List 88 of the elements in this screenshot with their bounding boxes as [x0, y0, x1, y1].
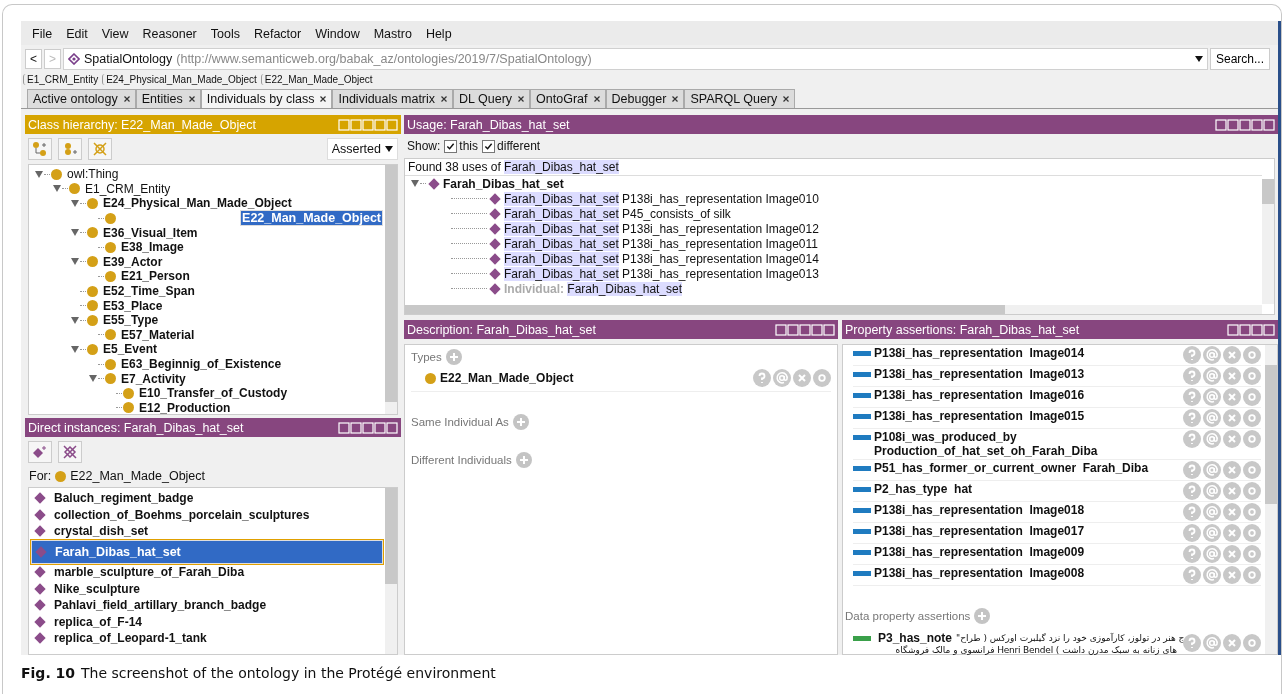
- class-tree-item[interactable]: E5_Event: [102, 342, 159, 357]
- panel-title: Usage: Farah_Dibas_hat_set: [407, 117, 570, 132]
- instance-item[interactable]: Baluch_regiment_badge: [31, 490, 383, 507]
- class-tree-item[interactable]: E36_Visual_Item: [102, 225, 199, 240]
- tab[interactable]: OntoGraf: [530, 89, 606, 108]
- property-assertion[interactable]: P138i_has_representation Image008: [874, 566, 1174, 580]
- property-assertion[interactable]: P138i_has_representation Image015: [874, 409, 1174, 423]
- usage-item[interactable]: Farah_Dibas_hat_set P138i_has_representation Image011: [504, 236, 818, 251]
- class-tree-item[interactable]: owl:Thing: [66, 167, 120, 182]
- tab[interactable]: Debugger: [605, 89, 685, 108]
- instance-item[interactable]: Farah_Dibas_hat_set: [31, 539, 383, 564]
- usage-root-item[interactable]: Farah_Dibas_hat_set: [443, 176, 564, 191]
- menu-item[interactable]: View: [94, 27, 136, 41]
- menu-item[interactable]: Mastro: [366, 27, 419, 41]
- menu-item[interactable]: File: [25, 27, 60, 41]
- class-tree-item[interactable]: E22_Man_Made_Object: [240, 210, 383, 227]
- for-class: E22_Man_Made_Object: [70, 469, 206, 483]
- section-label: Same Individual As: [411, 416, 509, 428]
- class-tree-item[interactable]: E53_Place: [102, 298, 164, 313]
- ontology-address-field[interactable]: SpatialOntology (http://www.semanticweb.org/babak_az/ontologies/2019/7/SpatialOntology): [63, 48, 1208, 70]
- tab[interactable]: Individuals by class: [200, 89, 333, 108]
- breadcrumb-item[interactable]: E24_Physical_Man_Made_Object: [102, 74, 257, 85]
- usage-item[interactable]: Farah_Dibas_hat_set P138i_has_representation Image012: [504, 221, 819, 236]
- class-tree-item[interactable]: E55_Type: [102, 313, 160, 328]
- panel-title: Class hierarchy: E22_Man_Made_Object: [28, 117, 256, 132]
- property-assertion[interactable]: P108i_was_produced_by Production_of_hat_set_oh_Farah_Diba: [874, 430, 1174, 458]
- class-tree-item[interactable]: E12_Production: [138, 400, 232, 414]
- instance-item[interactable]: replica_of_F-14: [31, 613, 383, 630]
- for-label: For:: [29, 469, 52, 483]
- menu-item[interactable]: Reasoner: [135, 27, 204, 41]
- tab[interactable]: Individuals matrix: [332, 89, 454, 108]
- usage-item[interactable]: Farah_Dibas_hat_set P138i_has_representation Image010: [504, 191, 819, 206]
- class-tree-item[interactable]: E38_Image: [120, 240, 185, 255]
- instance-item[interactable]: collection_of_Boehms_porcelain_sculptures: [31, 506, 383, 523]
- tab[interactable]: SPARQL Query: [684, 89, 796, 108]
- checkbox-label: different: [497, 139, 541, 153]
- tab[interactable]: Entities: [135, 89, 201, 108]
- property-assertion[interactable]: P138i_has_representation Image016: [874, 388, 1174, 402]
- data-property-name[interactable]: P3_has_note: [878, 631, 953, 645]
- tab[interactable]: Active ontology: [27, 89, 136, 108]
- section-label: Data property assertions: [845, 610, 971, 622]
- class-tree-item[interactable]: E63_Beginnig_of_Existence: [120, 357, 283, 371]
- instance-item[interactable]: replica_of_Leopard-1_tank: [31, 630, 383, 647]
- breadcrumb-item[interactable]: E1_CRM_Entity: [23, 74, 99, 85]
- instance-item[interactable]: Pahlavi_field_artillary_branch_badge: [31, 597, 383, 614]
- caption-text: The screenshot of the ontology in the Protégé environment: [81, 665, 496, 681]
- class-tree-item[interactable]: E10_Transfer_of_Custody: [138, 386, 289, 401]
- search-button[interactable]: Search...: [1209, 48, 1270, 70]
- usage-summary: Found 38 uses of Farah_Dibas_hat_set: [405, 159, 1262, 176]
- panel-title: Description: Farah_Dibas_hat_set: [407, 322, 596, 337]
- menu-item[interactable]: Refactor: [246, 27, 309, 41]
- checkbox-label: this: [459, 139, 479, 153]
- menu-item[interactable]: Window: [308, 27, 367, 41]
- class-tree-item[interactable]: E57_Material: [120, 327, 196, 342]
- class-tree-item[interactable]: E7_Activity: [120, 371, 187, 386]
- property-assertion[interactable]: P138i_has_representation Image014: [874, 346, 1174, 360]
- section-label: Different Individuals: [411, 454, 512, 466]
- class-tree-item[interactable]: E24_Physical_Man_Made_Object: [102, 196, 293, 211]
- panel-title: Direct instances: Farah_Dibas_hat_set: [28, 420, 244, 435]
- class-tree-item[interactable]: E39_Actor: [102, 254, 164, 269]
- breadcrumb-item[interactable]: E22_Man_Made_Object: [260, 74, 373, 85]
- property-assertion[interactable]: P2_has_type hat: [874, 482, 1174, 496]
- instance-item[interactable]: crystal_dish_set: [31, 523, 383, 540]
- property-assertion[interactable]: P51_has_former_or_current_owner Farah_Diba: [874, 461, 1174, 475]
- property-assertion[interactable]: P138i_has_representation Image018: [874, 503, 1174, 517]
- section-label: Types: [411, 351, 442, 363]
- class-tree-item[interactable]: E52_Time_Span: [102, 284, 196, 299]
- tab[interactable]: DL Query: [453, 89, 531, 108]
- back-button[interactable]: <: [25, 49, 42, 69]
- property-assertion[interactable]: P138i_has_representation Image009: [874, 545, 1174, 559]
- show-label: Show:: [407, 139, 441, 153]
- class-tree-item[interactable]: E1_CRM_Entity: [84, 181, 172, 196]
- usage-item[interactable]: Farah_Dibas_hat_set P138i_has_representation Image013: [504, 266, 819, 281]
- mode-dropdown[interactable]: Asserted: [326, 138, 398, 160]
- caption-label: Fig. 10: [21, 665, 76, 681]
- type-item[interactable]: E22_Man_Made_Object: [440, 371, 753, 385]
- instance-item[interactable]: marble_sculpture_of_Farah_Diba: [31, 564, 383, 581]
- class-tree-item[interactable]: E21_Person: [120, 269, 191, 284]
- data-property-value: های زنانه به سبک مدرن داشت ) Henri Bendel فرانسوی و مالک فروشگاه: [895, 645, 1178, 655]
- property-assertion[interactable]: P138i_has_representation Image013: [874, 367, 1174, 381]
- instance-item[interactable]: Nike_sculpture: [31, 580, 383, 597]
- property-assertion[interactable]: P138i_has_representation Image017: [874, 524, 1174, 538]
- menu-item[interactable]: Help: [418, 27, 459, 41]
- panel-title: Property assertions: Farah_Dibas_hat_set: [845, 322, 1080, 337]
- menu-item[interactable]: Tools: [203, 27, 247, 41]
- usage-item[interactable]: Farah_Dibas_hat_set P138i_has_representation Image014: [504, 251, 819, 266]
- data-property-value: ج هنر در تولوز، کارآموزی خود را نزد گیلبرت اورکس ( طراح": [956, 633, 1185, 643]
- menu-item[interactable]: Edit: [59, 27, 95, 41]
